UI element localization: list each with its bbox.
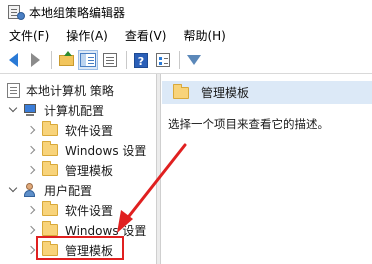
tree-item-label: 软件设置 [65,203,114,218]
folder-icon [42,201,58,216]
tree-item-computer-config[interactable]: 计算机配置 [8,100,105,120]
chevron-right-icon[interactable] [26,205,36,215]
up-folder-button[interactable] [56,50,76,70]
details-header-title: 管理模板 [201,86,250,100]
pane-splitter[interactable] [156,74,161,264]
tree-item-user-config[interactable]: 用户配置 [8,180,93,200]
help-button[interactable]: ? [131,50,151,70]
tree-item-computer-software-settings[interactable]: 软件设置 [26,120,114,140]
computer-icon [22,103,38,117]
highlight-box [36,236,124,260]
folder-icon [173,83,189,99]
policy-document-icon [7,82,20,98]
group-policy-app-icon [7,5,25,20]
tree-item-user-software-settings[interactable]: 软件设置 [26,200,114,220]
menu-help[interactable]: 帮助(H) [174,26,233,46]
details-header: 管理模板 [162,81,372,104]
forward-button[interactable] [25,50,45,70]
arrow-right-icon [30,53,40,67]
toolbar-separator [126,51,127,69]
chevron-right-icon[interactable] [26,125,36,135]
folder-icon [42,221,58,236]
window-title: 本地组策略编辑器 [29,5,126,20]
filter-button[interactable] [184,50,204,70]
list-icon [103,53,117,67]
folder-icon [42,121,58,136]
tree-item-root[interactable]: 本地计算机 策略 [7,80,114,100]
properties-button[interactable] [153,50,173,70]
user-icon [22,183,38,197]
menu-action[interactable]: 操作(A) [57,26,116,46]
filter-icon [187,55,201,65]
tree-item-label: 管理模板 [65,163,114,178]
details-pane: 管理模板 选择一个项目来查看它的描述。 [162,74,372,264]
title-bar: 本地组策略编辑器 [0,0,372,24]
tree-item-label: 软件设置 [65,123,114,138]
tree-item-label: 用户配置 [44,183,93,198]
chevron-right-icon[interactable] [26,225,36,235]
folder-icon [42,141,58,156]
chevron-down-icon[interactable] [8,103,18,113]
back-button[interactable] [3,50,23,70]
arrow-left-icon [8,53,18,67]
export-list-button[interactable] [100,50,120,70]
tree-item-computer-windows-settings[interactable]: Windows 设置 [26,140,147,160]
tree-item-label: Windows 设置 [65,143,147,158]
details-description: 选择一个项目来查看它的描述。 [168,117,329,131]
show-tree-button[interactable] [78,50,98,70]
properties-icon [156,53,170,67]
menu-view[interactable]: 查看(V) [116,26,175,46]
tree-item-label: 计算机配置 [44,103,105,118]
toolbar-separator [179,51,180,69]
chevron-right-icon[interactable] [26,145,36,155]
toolbar: ? [0,48,372,72]
chevron-right-icon[interactable] [26,165,36,175]
chevron-down-icon[interactable] [8,183,18,193]
toolbar-separator [51,51,52,69]
menu-file[interactable]: 文件(F) [0,26,57,46]
folder-up-icon [58,50,74,66]
menu-bar: 文件(F) 操作(A) 查看(V) 帮助(H) [0,26,372,46]
folder-icon [42,161,58,176]
tree-item-computer-admin-templates[interactable]: 管理模板 [26,160,114,180]
tree-item-label: 本地计算机 策略 [26,83,114,98]
tree-pane-icon [80,53,96,67]
chevron-right-icon[interactable] [26,245,36,255]
help-icon: ? [134,52,148,68]
